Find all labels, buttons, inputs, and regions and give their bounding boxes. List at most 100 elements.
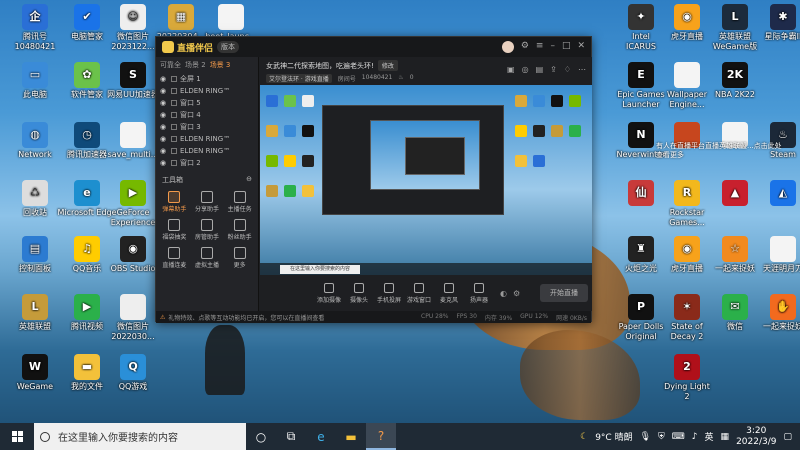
source-button[interactable]: 摄像头 bbox=[344, 282, 374, 304]
viewer-count: 0 bbox=[409, 74, 414, 81]
category-tag[interactable]: 艾尔登法环 · 游戏直播 bbox=[266, 74, 332, 83]
toolbox-collapse-icon[interactable]: ⊖ bbox=[246, 175, 252, 185]
scene-item[interactable]: ◉ 窗口 2 bbox=[156, 157, 258, 169]
lock-icon[interactable] bbox=[171, 112, 177, 118]
version-badge[interactable]: 版本 bbox=[217, 41, 240, 53]
more-icon[interactable]: ⋯ bbox=[578, 65, 586, 74]
scene-tab[interactable]: 场景 2 bbox=[185, 60, 206, 70]
desktop-app-icon: ◉ bbox=[120, 236, 146, 262]
lock-icon[interactable] bbox=[171, 124, 177, 130]
lock-icon[interactable] bbox=[171, 100, 177, 106]
cortana-icon[interactable]: ○ bbox=[246, 423, 276, 450]
toolbox-item[interactable]: 粉丝助手 bbox=[223, 217, 256, 241]
preview-desktop-icon bbox=[284, 155, 296, 167]
weather-icon[interactable]: ☾ bbox=[580, 432, 588, 442]
taskbar-search[interactable]: 在这里输入你要搜索的内容 bbox=[34, 423, 246, 450]
scene-tab[interactable]: 可靠全 bbox=[160, 60, 181, 70]
scene-tab[interactable]: 场景 3 bbox=[210, 60, 231, 70]
weather-text[interactable]: 9°C 晴朗 bbox=[595, 430, 632, 443]
bell-icon[interactable]: ♢ bbox=[564, 65, 571, 74]
menu-icon[interactable]: ≡ bbox=[536, 41, 544, 53]
eye-icon[interactable]: ◉ bbox=[160, 147, 168, 155]
toolbox-item[interactable]: 分享助手 bbox=[191, 189, 224, 213]
perf-stat: 网速 0KB/s bbox=[556, 314, 587, 322]
desktop-icon[interactable]: 2 Dying Light 2 bbox=[656, 354, 718, 402]
tool-label: 直播连麦 bbox=[162, 262, 187, 269]
toolbox-item[interactable]: 房管助手 bbox=[191, 217, 224, 241]
scene-item[interactable]: ◉ ELDEN RING™ bbox=[156, 85, 258, 97]
scene-item[interactable]: ◉ 全屏 1 bbox=[156, 73, 258, 85]
task-view-icon[interactable]: ⧉ bbox=[276, 423, 306, 450]
eye-icon[interactable]: ◉ bbox=[160, 75, 168, 83]
clock[interactable]: 3:20 2022/3/9 bbox=[736, 426, 776, 448]
desktop-app-icon: 仙 bbox=[628, 180, 654, 206]
close-icon[interactable]: ✕ bbox=[577, 41, 585, 53]
volume-icon[interactable]: ♪ bbox=[692, 432, 698, 442]
lock-icon[interactable] bbox=[171, 76, 177, 82]
viewer-icon: ♨ bbox=[398, 74, 404, 81]
eye-icon[interactable]: ◉ bbox=[160, 159, 168, 167]
lock-icon[interactable] bbox=[171, 160, 177, 166]
edge-icon[interactable]: e bbox=[306, 423, 336, 450]
share-icon[interactable]: ⇪ bbox=[550, 65, 557, 74]
eye-icon[interactable]: ◉ bbox=[160, 99, 168, 107]
source-button[interactable]: 麦克风 bbox=[434, 282, 464, 304]
toolbox-item[interactable]: 主播任务 bbox=[223, 189, 256, 213]
go-live-button[interactable]: 开始直播 bbox=[540, 284, 588, 302]
settings-icon[interactable]: ⚙ bbox=[513, 289, 520, 298]
desktop-icon[interactable]: 天涯明月刀 bbox=[752, 236, 800, 274]
scene-item[interactable]: ◉ 窗口 5 bbox=[156, 97, 258, 109]
eye-icon[interactable]: ◉ bbox=[160, 135, 168, 143]
desktop-icon[interactable]: Q QQ游戏 bbox=[102, 354, 164, 392]
live-app-taskbar-icon[interactable]: ? bbox=[366, 423, 396, 450]
start-button[interactable] bbox=[0, 423, 34, 450]
scene-item[interactable]: ◉ ELDEN RING™ bbox=[156, 133, 258, 145]
eye-icon[interactable]: ◉ bbox=[160, 123, 168, 131]
scene-item[interactable]: ◉ ELDEN RING™ bbox=[156, 145, 258, 157]
source-button[interactable]: 扬声器 bbox=[464, 282, 494, 304]
desktop-icon[interactable]: 2K NBA 2K22 bbox=[704, 62, 766, 100]
minimize-icon[interactable]: – bbox=[550, 41, 555, 53]
settings-icon[interactable]: ⚙ bbox=[521, 41, 529, 53]
mic-tray-icon[interactable]: 🎙 bbox=[640, 432, 651, 442]
edit-title-button[interactable]: 修改 bbox=[377, 60, 398, 71]
source-button[interactable]: 添加摄像 bbox=[314, 282, 344, 304]
source-button[interactable]: 游戏窗口 bbox=[404, 282, 434, 304]
preview-nested-window-deep bbox=[405, 137, 465, 175]
source-label: 添加摄像 bbox=[316, 296, 341, 304]
notification-icon[interactable]: ▢ bbox=[783, 432, 792, 442]
camera-icon[interactable]: ◎ bbox=[522, 65, 529, 74]
lock-icon[interactable] bbox=[171, 148, 177, 154]
lock-icon[interactable] bbox=[171, 88, 177, 94]
app-tray-icon[interactable]: ▦ bbox=[721, 432, 730, 442]
stream-preview[interactable]: 在这里输入你要搜索的内容 bbox=[260, 85, 592, 275]
ime-indicator[interactable]: 英 bbox=[705, 430, 714, 443]
desktop-app-icon: R bbox=[674, 180, 700, 206]
toolbox-item[interactable]: 弹幕助手 bbox=[158, 189, 191, 213]
avatar[interactable] bbox=[501, 41, 514, 53]
eye-icon[interactable]: ◉ bbox=[160, 111, 168, 119]
desktop-icon[interactable]: ✋ 一起来捉妖 bbox=[752, 294, 800, 332]
record-icon[interactable]: ▤ bbox=[536, 65, 544, 74]
desktop-app-icon: E bbox=[628, 62, 654, 88]
defender-icon[interactable]: ⛨ bbox=[658, 432, 665, 442]
lock-icon[interactable] bbox=[171, 136, 177, 142]
desktop-app-icon: ◍ bbox=[22, 122, 48, 148]
scene-item[interactable]: ◉ 窗口 3 bbox=[156, 121, 258, 133]
desktop-icon[interactable]: ◭ bbox=[752, 180, 800, 208]
shop-icon[interactable]: ▣ bbox=[507, 65, 515, 74]
toolbox-item[interactable]: 更多 bbox=[223, 245, 256, 269]
network-icon[interactable]: ⌨ bbox=[672, 432, 685, 442]
toolbox-item[interactable]: 直播连麦 bbox=[158, 245, 191, 269]
source-button[interactable]: 手机投屏 bbox=[374, 282, 404, 304]
scene-item[interactable]: ◉ 窗口 4 bbox=[156, 109, 258, 121]
maximize-icon[interactable]: □ bbox=[562, 41, 571, 53]
perf-stat: GPU 12% bbox=[520, 312, 549, 320]
toolbox-item[interactable]: 虚拟主播 bbox=[191, 245, 224, 269]
toolbox-item[interactable]: 福袋抽奖 bbox=[158, 217, 191, 241]
file-explorer-icon[interactable]: ▬ bbox=[336, 423, 366, 450]
eye-icon[interactable]: ◉ bbox=[160, 87, 168, 95]
stream-title: 女武神二代探索地图，吃遍老头环! bbox=[266, 61, 374, 70]
desktop-icon[interactable]: ✱ 星际争霸II bbox=[752, 4, 800, 42]
mic-icon[interactable]: ◐ bbox=[500, 289, 507, 298]
